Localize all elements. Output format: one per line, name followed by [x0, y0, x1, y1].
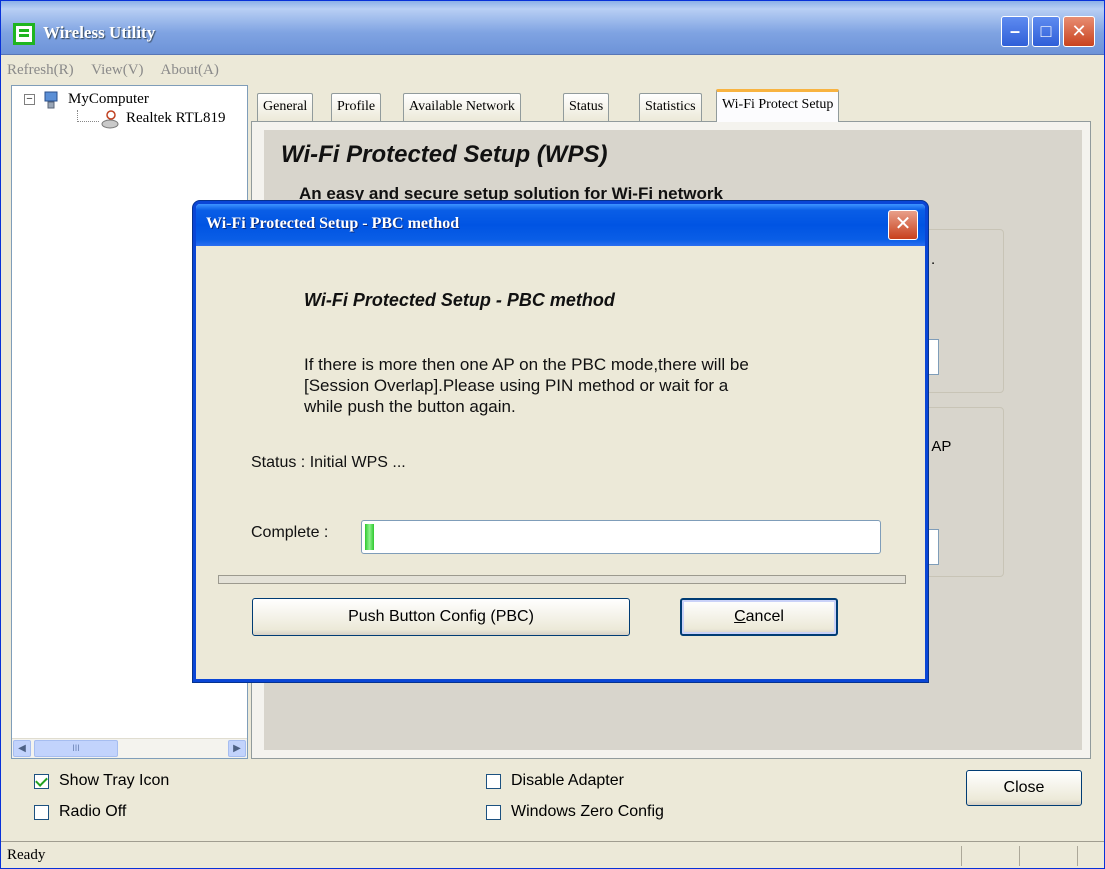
cancel-label-rest: ancel: [745, 608, 784, 625]
progress-fill: [365, 524, 375, 550]
dialog-separator: [218, 575, 906, 584]
checkbox-box[interactable]: [34, 804, 49, 820]
cancel-label-accel: C: [734, 608, 746, 625]
window-titlebar[interactable]: Wireless Utility – □ ✕: [1, 1, 1104, 55]
window-close-button[interactable]: ✕: [1063, 16, 1095, 47]
show-tray-icon-checkbox[interactable]: Show Tray Icon: [34, 772, 169, 790]
disable-adapter-checkbox[interactable]: Disable Adapter: [486, 772, 624, 790]
status-bar: Ready: [1, 841, 1104, 868]
scroll-right-arrow-icon[interactable]: ▶: [228, 740, 246, 757]
status-divider: [1077, 846, 1078, 866]
dialog-title: Wi-Fi Protected Setup - PBC method: [206, 215, 460, 232]
tree-item-mycomputer[interactable]: MyComputer: [68, 91, 149, 108]
computer-icon: [44, 91, 58, 109]
checkbox-box[interactable]: [486, 773, 501, 789]
wps-progress-bar: [361, 520, 881, 554]
pin-group-text-partial: .: [931, 251, 936, 268]
wireless-adapter-icon: [101, 110, 119, 129]
maximize-button[interactable]: □: [1032, 16, 1060, 47]
dialog-close-icon[interactable]: ✕: [888, 210, 918, 240]
close-button[interactable]: Close: [966, 770, 1082, 806]
dialog-heading: Wi-Fi Protected Setup - PBC method: [304, 290, 615, 310]
scrollbar-thumb[interactable]: III: [34, 740, 118, 757]
complete-label: Complete :: [251, 524, 329, 541]
windows-zero-config-checkbox[interactable]: Windows Zero Config: [486, 803, 664, 821]
menu-about[interactable]: About(A): [161, 62, 219, 78]
tree-collapse-toggle[interactable]: −: [24, 94, 35, 105]
status-divider: [1019, 846, 1020, 866]
wps-heading: Wi-Fi Protected Setup (WPS): [281, 141, 608, 168]
scroll-left-arrow-icon[interactable]: ◀: [13, 740, 31, 757]
radio-off-label: Radio Off: [59, 803, 127, 820]
window-title: Wireless Utility: [43, 23, 156, 42]
dialog-titlebar[interactable]: Wi-Fi Protected Setup - PBC method ✕: [196, 204, 925, 246]
disable-adapter-label: Disable Adapter: [511, 772, 624, 789]
menu-view[interactable]: View(V): [91, 62, 143, 78]
status-divider: [961, 846, 962, 866]
push-button-config-button[interactable]: Push Button Config (PBC): [252, 598, 630, 636]
tree-horizontal-scrollbar[interactable]: ◀ III ▶: [12, 738, 247, 758]
pbc-dialog: Wi-Fi Protected Setup - PBC method ✕ Wi-…: [193, 201, 928, 682]
wps-status-text: Status : Initial WPS ...: [251, 454, 406, 471]
windows-zero-config-label: Windows Zero Config: [511, 803, 664, 820]
tab-wifi-protect-setup[interactable]: Wi-Fi Protect Setup: [716, 89, 840, 122]
status-text: Ready: [7, 847, 46, 863]
tab-available-network[interactable]: Available Network: [403, 93, 521, 121]
dialog-message: If there is more then one AP on the PBC …: [304, 355, 749, 416]
tree-connector-line: [77, 110, 99, 122]
tab-profile[interactable]: Profile: [331, 93, 382, 121]
menu-bar: Refresh(R) View(V) About(A): [1, 57, 1104, 83]
radio-off-checkbox[interactable]: Radio Off: [34, 803, 126, 821]
tree-item-adapter[interactable]: Realtek RTL819: [126, 110, 226, 127]
tab-status[interactable]: Status: [563, 93, 610, 121]
app-icon: [13, 23, 35, 45]
checkbox-box[interactable]: [486, 804, 501, 820]
checkbox-box[interactable]: [34, 773, 49, 789]
tab-general[interactable]: General: [257, 93, 314, 121]
tab-statistics[interactable]: Statistics: [639, 93, 702, 121]
minimize-button[interactable]: –: [1001, 16, 1029, 47]
cancel-button[interactable]: Cancel: [680, 598, 838, 636]
menu-refresh[interactable]: Refresh(R): [7, 62, 74, 78]
show-tray-icon-label: Show Tray Icon: [59, 772, 170, 789]
